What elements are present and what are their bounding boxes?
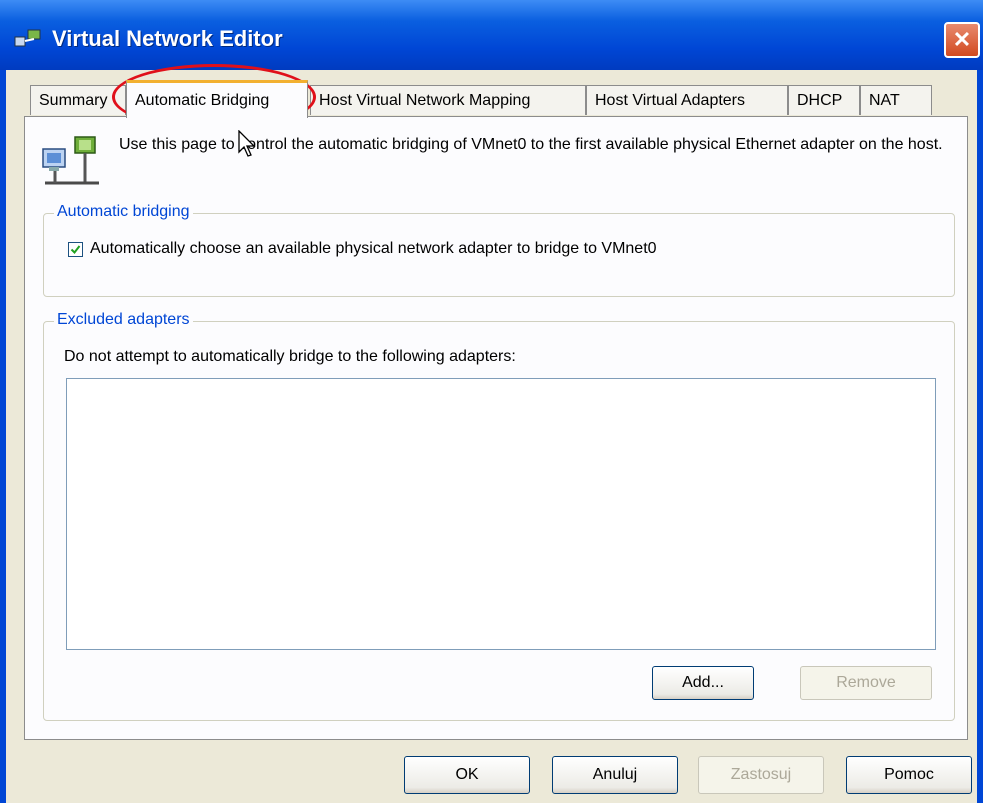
help-button[interactable]: Pomoc — [846, 756, 972, 794]
window-title: Virtual Network Editor — [52, 26, 283, 51]
tab-summary[interactable]: Summary — [30, 85, 126, 115]
excluded-adapters-group: Excluded adapters Do not attempt to auto… — [43, 311, 955, 721]
excluded-adapters-list[interactable] — [66, 378, 936, 650]
tab-automatic-bridging[interactable]: Automatic Bridging — [126, 80, 308, 118]
tab-nat[interactable]: NAT — [860, 85, 932, 115]
network-app-icon — [14, 29, 41, 47]
tab-host-virtual-adapters[interactable]: Host Virtual Adapters — [586, 85, 788, 115]
checkmark-icon — [70, 245, 81, 255]
cancel-button[interactable]: Anuluj — [552, 756, 678, 794]
tab-panel: Use this page to control the automatic b… — [24, 116, 968, 740]
ok-button[interactable]: OK — [404, 756, 530, 794]
window-frame-right — [977, 70, 983, 803]
tab-label: NAT — [869, 91, 900, 109]
auto-choose-adapter-checkbox[interactable] — [68, 242, 83, 257]
auto-choose-adapter-label[interactable]: Automatically choose an available physic… — [90, 240, 657, 258]
excluded-adapters-hint: Do not attempt to automatically bridge t… — [64, 348, 516, 365]
tab-label: Host Virtual Adapters — [595, 91, 746, 109]
remove-adapter-button: Remove — [800, 666, 932, 700]
add-adapter-button[interactable]: Add... — [652, 666, 754, 700]
network-computers-icon — [42, 136, 99, 185]
automatic-bridging-title: Automatic bridging — [54, 203, 193, 221]
apply-button: Zastosuj — [698, 756, 824, 794]
title-bar: Virtual Network Editor ✕ — [0, 0, 983, 70]
close-icon: ✕ — [952, 27, 972, 52]
close-button[interactable]: ✕ — [944, 22, 980, 58]
tab-host-virtual-network-mapping[interactable]: Host Virtual Network Mapping — [310, 85, 586, 115]
mouse-cursor-icon — [238, 130, 256, 157]
apply-label: Zastosuj — [730, 766, 792, 783]
add-adapter-label: Add... — [682, 674, 724, 691]
cancel-label: Anuluj — [592, 766, 638, 783]
tab-label: Host Virtual Network Mapping — [319, 91, 531, 109]
automatic-bridging-group: Automatic bridging Automatically choose … — [43, 203, 955, 297]
help-label: Pomoc — [884, 766, 934, 783]
tab-label: DHCP — [797, 91, 843, 109]
tab-dhcp[interactable]: DHCP — [788, 85, 860, 115]
excluded-adapters-title: Excluded adapters — [54, 311, 193, 329]
tab-label: Summary — [39, 91, 108, 109]
remove-adapter-label: Remove — [836, 674, 896, 691]
window-frame-left — [0, 70, 6, 803]
ok-label: OK — [455, 766, 479, 783]
tab-label: Automatic Bridging — [135, 91, 270, 109]
